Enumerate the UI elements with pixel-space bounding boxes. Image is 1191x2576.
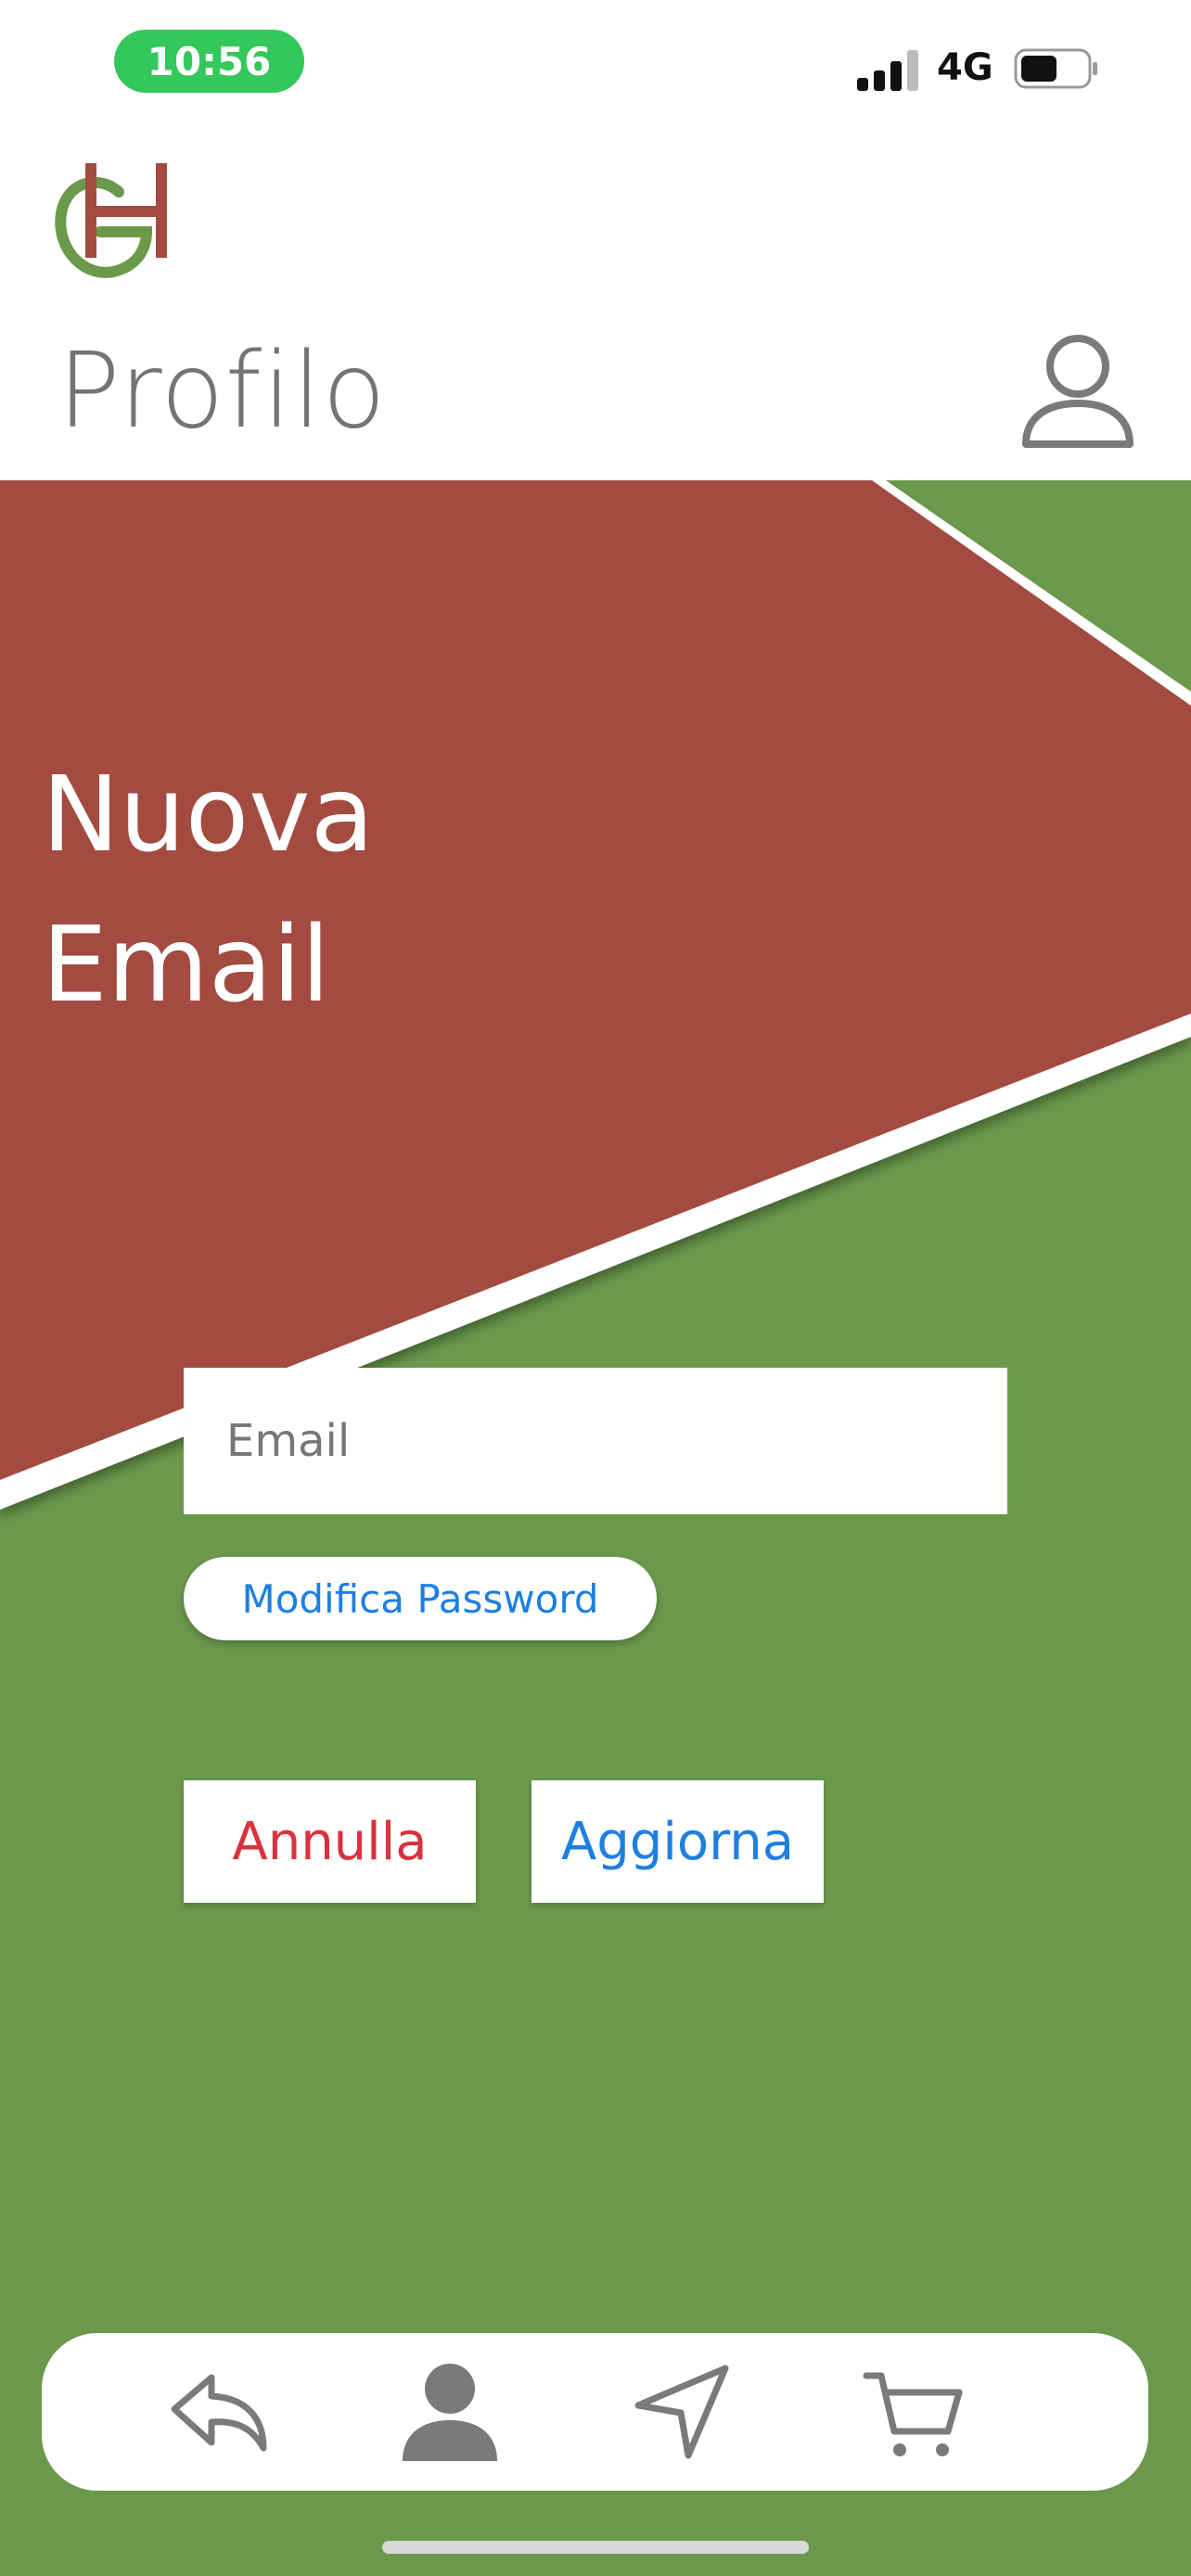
tab-bar — [42, 2333, 1148, 2491]
update-button[interactable]: Aggiorna — [531, 1780, 824, 1903]
cart-icon[interactable] — [863, 2361, 965, 2463]
battery-icon — [1014, 48, 1097, 89]
back-arrow-icon[interactable] — [167, 2361, 269, 2463]
signal-icon — [857, 50, 918, 91]
status-bar: 10:56 4G — [0, 0, 1191, 130]
hero-title: Nuova Email — [42, 740, 374, 1040]
gh-logo-icon — [55, 163, 167, 278]
user-outline-icon[interactable] — [1020, 329, 1136, 450]
hero-title-line2: Email — [42, 905, 330, 1026]
status-time: 10:56 — [114, 30, 304, 93]
network-label: 4G — [937, 46, 993, 89]
cancel-button[interactable]: Annulla — [184, 1780, 476, 1903]
page-title: Profilo — [58, 331, 387, 452]
navigation-arrow-icon[interactable] — [631, 2361, 733, 2463]
home-indicator — [382, 2541, 809, 2554]
hero-title-line1: Nuova — [42, 755, 375, 875]
user-filled-icon[interactable] — [399, 2361, 501, 2463]
hero-background: Nuova Email — [0, 480, 1191, 2576]
email-field[interactable] — [184, 1368, 1007, 1514]
change-password-button[interactable]: Modifica Password — [184, 1557, 657, 1640]
